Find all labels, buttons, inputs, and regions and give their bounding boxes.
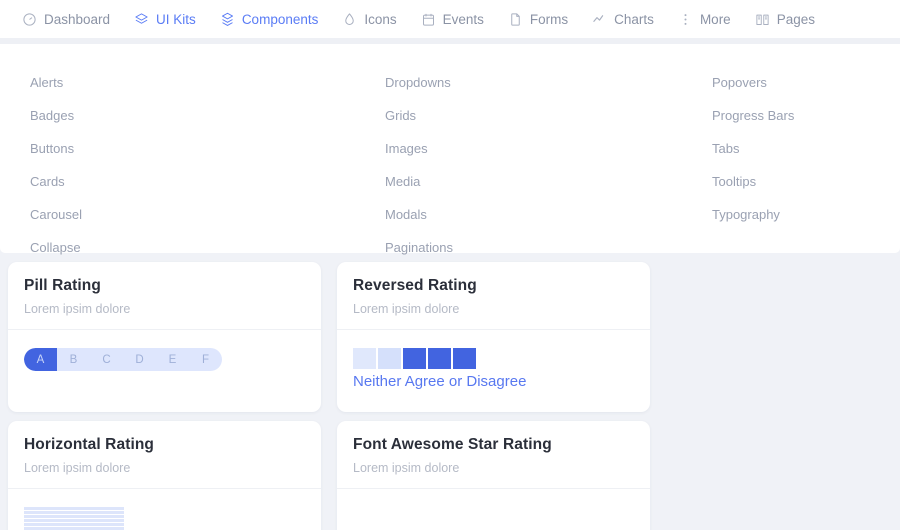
dropdown-item-carousel[interactable]: Carousel <box>30 198 357 231</box>
dots-vertical-icon <box>678 12 693 27</box>
top-navigation: Dashboard UI Kits Components Icons Event… <box>0 0 900 38</box>
card-body: Neither Agree or Disagree <box>337 330 650 412</box>
card-subtitle: Lorem ipsim dolore <box>24 461 131 475</box>
card-body <box>337 489 650 530</box>
card-title: Horizontal Rating <box>24 436 154 453</box>
nav-item-pages[interactable]: Pages <box>743 0 827 38</box>
book-icon <box>755 12 770 27</box>
card-title: Reversed Rating <box>353 277 477 294</box>
dropdown-item-grids[interactable]: Grids <box>385 99 684 132</box>
card-header: Reversed Rating Lorem ipsim dolore <box>337 262 650 329</box>
dropdown-item-badges[interactable]: Badges <box>30 99 357 132</box>
dropdown-item-images[interactable]: Images <box>385 132 684 165</box>
dropdown-column-1: Alerts Badges Buttons Cards Carousel Col… <box>0 62 357 255</box>
nav-item-label: Dashboard <box>44 11 111 27</box>
nav-item-label: More <box>699 11 731 27</box>
card-title: Pill Rating <box>24 277 101 294</box>
dropdown-item-collapse[interactable]: Collapse <box>30 231 357 264</box>
dropdown-item-tooltips[interactable]: Tooltips <box>712 165 900 198</box>
nav-item-label: Charts <box>614 11 654 27</box>
pill-option-a[interactable]: A <box>24 348 57 371</box>
reversed-block-1[interactable] <box>353 348 376 369</box>
dropdown-item-paginations[interactable]: Paginations <box>385 231 684 264</box>
card-header: Pill Rating Lorem ipsim dolore <box>8 262 321 329</box>
pill-option-b[interactable]: B <box>57 348 90 371</box>
file-icon <box>508 12 523 27</box>
card-horizontal-rating: Horizontal Rating Lorem ipsim dolore <box>8 421 321 530</box>
pill-option-e[interactable]: E <box>156 348 189 371</box>
nav-item-charts[interactable]: Charts <box>580 0 666 38</box>
reversed-block-5[interactable] <box>453 348 476 369</box>
rating-cards-grid: Pill Rating Lorem ipsim dolore A B C D E… <box>0 253 900 530</box>
dropdown-column-2: Dropdowns Grids Images Media Modals Pagi… <box>357 62 684 255</box>
card-header: Font Awesome Star Rating Lorem ipsim dol… <box>337 421 650 488</box>
chart-line-icon <box>592 12 607 27</box>
card-body: 1 <box>8 489 321 530</box>
nav-item-icons[interactable]: Icons <box>330 0 408 38</box>
reversed-rating-control[interactable] <box>353 348 634 369</box>
card-pill-rating: Pill Rating Lorem ipsim dolore A B C D E… <box>8 262 321 412</box>
reversed-block-4[interactable] <box>428 348 451 369</box>
pill-option-d[interactable]: D <box>123 348 156 371</box>
components-dropdown-panel: Alerts Badges Buttons Cards Carousel Col… <box>0 44 900 255</box>
nav-item-ui-kits[interactable]: UI Kits <box>122 0 208 38</box>
horizontal-bar-9[interactable] <box>24 511 124 514</box>
nav-item-more[interactable]: More <box>666 0 743 38</box>
card-reversed-rating: Reversed Rating Lorem ipsim dolore Neith… <box>337 262 650 412</box>
pill-rating-control[interactable]: A B C D E F <box>24 348 222 371</box>
dropdown-item-tabs[interactable]: Tabs <box>712 132 900 165</box>
reversed-rating-label: Neither Agree or Disagree <box>353 373 527 390</box>
nav-item-label: Pages <box>776 11 815 27</box>
card-header: Horizontal Rating Lorem ipsim dolore <box>8 421 321 488</box>
dropdown-column-3: Popovers Progress Bars Tabs Tooltips Typ… <box>684 62 900 253</box>
droplet-icon <box>342 12 357 27</box>
dropdown-item-typography[interactable]: Typography <box>712 198 900 231</box>
dropdown-item-progress-bars[interactable]: Progress Bars <box>712 99 900 132</box>
nav-item-label: Events <box>442 11 484 27</box>
pill-option-c[interactable]: C <box>90 348 123 371</box>
nav-item-forms[interactable]: Forms <box>496 0 580 38</box>
card-subtitle: Lorem ipsim dolore <box>24 302 131 316</box>
calendar-icon <box>421 12 436 27</box>
nav-item-dashboard[interactable]: Dashboard <box>10 0 122 38</box>
nav-item-label: Icons <box>364 11 397 27</box>
gauge-icon <box>22 12 37 27</box>
dropdown-item-cards[interactable]: Cards <box>30 165 357 198</box>
dropdown-item-buttons[interactable]: Buttons <box>30 132 357 165</box>
reversed-block-3[interactable] <box>403 348 426 369</box>
horizontal-rating-control[interactable]: 1 <box>24 507 124 530</box>
horizontal-bar-7[interactable] <box>24 519 124 522</box>
horizontal-bar-8[interactable] <box>24 515 124 518</box>
card-subtitle: Lorem ipsim dolore <box>353 461 460 475</box>
dropdown-item-media[interactable]: Media <box>385 165 684 198</box>
dropdown-item-alerts[interactable]: Alerts <box>30 66 357 99</box>
card-font-awesome-star-rating: Font Awesome Star Rating Lorem ipsim dol… <box>337 421 650 530</box>
card-body: A B C D E F <box>8 330 321 396</box>
dropdown-item-modals[interactable]: Modals <box>385 198 684 231</box>
reversed-block-2[interactable] <box>378 348 401 369</box>
nav-item-components[interactable]: Components <box>208 0 331 38</box>
horizontal-bar-6[interactable] <box>24 523 124 526</box>
dropdown-item-dropdowns[interactable]: Dropdowns <box>385 66 684 99</box>
nav-item-label: UI Kits <box>156 11 196 27</box>
pill-option-f[interactable]: F <box>189 348 222 371</box>
card-subtitle: Lorem ipsim dolore <box>353 302 460 316</box>
nav-item-events[interactable]: Events <box>409 0 496 38</box>
nav-item-label: Forms <box>529 11 569 27</box>
stack-icon <box>220 12 235 27</box>
nav-item-label: Components <box>241 11 319 27</box>
layers-icon <box>134 12 149 27</box>
dropdown-item-popovers[interactable]: Popovers <box>712 66 900 99</box>
card-title: Font Awesome Star Rating <box>353 436 552 453</box>
horizontal-bar-10[interactable] <box>24 507 124 510</box>
